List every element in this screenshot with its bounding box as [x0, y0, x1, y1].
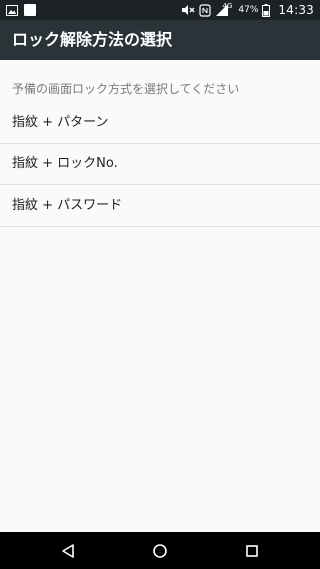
mute-icon	[181, 4, 195, 16]
option-label: 指紋 + パターン	[12, 115, 109, 130]
network-type: 4G	[222, 2, 233, 10]
status-bar-left	[6, 3, 36, 17]
option-fingerprint-pattern[interactable]: 指紋 + パターン	[0, 103, 320, 144]
image-icon	[6, 4, 18, 16]
option-label: 指紋 + ロックNo.	[12, 156, 118, 171]
home-button[interactable]	[148, 539, 172, 563]
back-button[interactable]	[56, 539, 80, 563]
recents-button[interactable]	[240, 539, 264, 563]
recents-icon	[246, 545, 258, 557]
page-title: ロック解除方法の選択	[12, 30, 173, 49]
battery-percent: 47%	[238, 5, 259, 15]
notification-square-icon	[24, 4, 36, 16]
status-time: 14:33	[278, 3, 314, 17]
option-fingerprint-pin[interactable]: 指紋 + ロックNo.	[0, 144, 320, 185]
section-header: 予備の画面ロック方式を選択してください	[12, 82, 240, 96]
app-bar: ロック解除方法の選択	[0, 20, 320, 60]
status-bar-right: 4G 47% 14:33	[181, 2, 315, 18]
content-area: 予備の画面ロック方式を選択してください 指紋 + パターン 指紋 + ロックNo…	[0, 60, 320, 532]
option-fingerprint-password[interactable]: 指紋 + パスワード	[0, 186, 320, 227]
status-bar: 4G 47% 14:33	[0, 0, 320, 20]
battery-icon	[262, 3, 271, 17]
back-icon	[62, 544, 74, 558]
option-label: 指紋 + パスワード	[12, 198, 123, 213]
nfc-icon	[198, 3, 211, 17]
navigation-bar	[0, 532, 320, 569]
home-icon	[153, 544, 167, 558]
